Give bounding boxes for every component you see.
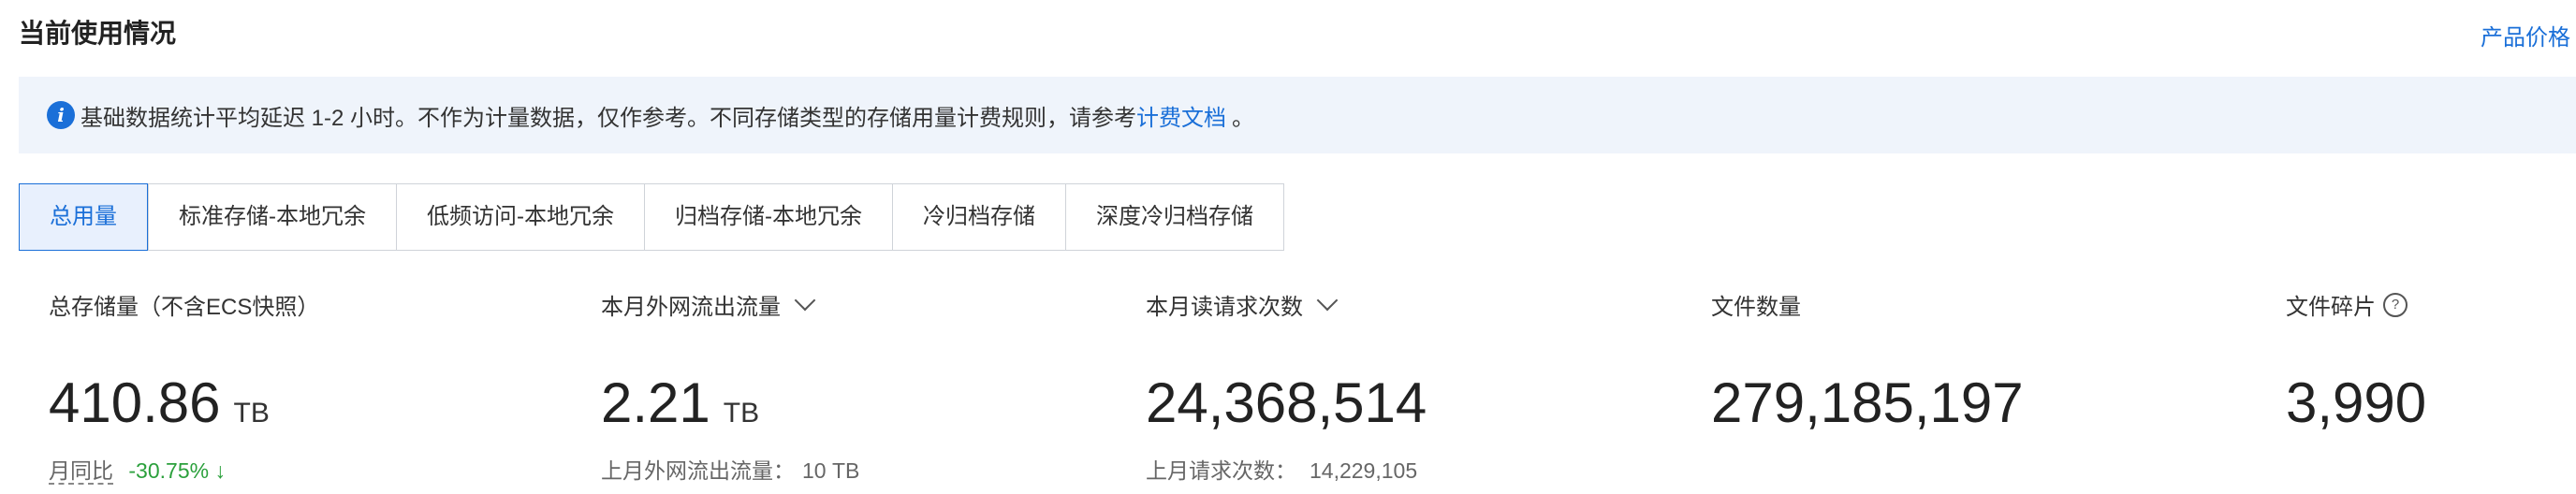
metric-value: 24,368,514 (1146, 370, 1427, 435)
last-month-traffic-label: 上月外网流出流量： (601, 458, 795, 483)
storage-unit: TB (233, 398, 270, 429)
info-icon: i (47, 101, 75, 129)
tab-total-usage[interactable]: 总用量 (19, 183, 148, 251)
product-price-link[interactable]: 产品价格 (2481, 19, 2570, 51)
metric-value: 2.21 TB (601, 370, 759, 435)
tab-archive-lrs[interactable]: 归档存储-本地冗余 (644, 184, 892, 250)
files-label: 文件数量 (1711, 295, 1801, 320)
metric-label: 总存储量（不含ECS快照） (49, 288, 319, 321)
traffic-value: 2.21 (601, 371, 710, 434)
metric-total-storage: 总存储量（不含ECS快照） 410.86 TB 月同比 -30.75% ↓ (49, 288, 319, 485)
metric-label: 本月外网流出流量 (601, 288, 816, 321)
chevron-down-icon[interactable] (1316, 289, 1339, 311)
last-month-traffic-value: 10 TB (802, 458, 860, 483)
notice-tail: 。 (1232, 105, 1255, 131)
last-month-requests-value: 14,229,105 (1310, 458, 1418, 483)
last-month-requests-label: 上月请求次数： (1146, 458, 1296, 483)
storage-type-tabs: 总用量 标准存储-本地冗余 低频访问-本地冗余 归档存储-本地冗余 冷归档存储 … (19, 183, 1284, 251)
fragments-label: 文件碎片 (2286, 295, 2376, 320)
metric-file-count: 文件数量 279,185,197 (1711, 288, 2024, 434)
metric-sub: 上月外网流出流量： 10 TB (601, 453, 859, 485)
mom-value: -30.75% (128, 458, 210, 483)
requests-label: 本月读请求次数 (1146, 295, 1303, 320)
traffic-unit: TB (723, 398, 760, 429)
fragments-value: 3,990 (2286, 371, 2427, 434)
storage-value: 410.86 (49, 371, 221, 434)
metric-file-fragments: 文件碎片 ? 3,990 (2286, 288, 2426, 434)
metric-sub: 上月请求次数： 14,229,105 (1146, 453, 1417, 485)
notice-text: 基础数据统计平均延迟 1-2 小时。不作为计量数据，仅作参考。不同存储类型的存储… (80, 105, 1137, 131)
metric-label: 本月读请求次数 (1146, 288, 1339, 321)
metric-label: 文件碎片 ? (2286, 288, 2408, 321)
page-title: 当前使用情况 (19, 19, 177, 48)
arrow-down-icon: ↓ (214, 458, 226, 483)
tab-ia-lrs[interactable]: 低频访问-本地冗余 (396, 184, 644, 250)
info-notice: i 基础数据统计平均延迟 1-2 小时。不作为计量数据，仅作参考。不同存储类型的… (19, 77, 2576, 153)
requests-value: 24,368,514 (1146, 371, 1427, 434)
tab-cold-archive[interactable]: 冷归档存储 (892, 184, 1065, 250)
metric-value: 3,990 (2286, 370, 2426, 435)
help-icon[interactable]: ? (2383, 292, 2408, 317)
metric-value: 410.86 TB (49, 370, 270, 435)
metric-outbound-traffic: 本月外网流出流量 2.21 TB 上月外网流出流量： 10 TB (601, 288, 859, 483)
traffic-label: 本月外网流出流量 (601, 295, 781, 320)
tab-deep-cold-archive[interactable]: 深度冷归档存储 (1065, 184, 1283, 250)
files-value: 279,185,197 (1711, 371, 2024, 434)
billing-doc-link[interactable]: 计费文档 (1136, 99, 1226, 132)
tab-standard-lrs[interactable]: 标准存储-本地冗余 (148, 184, 396, 250)
chevron-down-icon[interactable] (794, 289, 816, 311)
metric-read-requests: 本月读请求次数 24,368,514 上月请求次数： 14,229,105 (1146, 288, 1427, 483)
mom-label[interactable]: 月同比 (49, 458, 113, 485)
metric-sub: 月同比 -30.75% ↓ (49, 453, 226, 485)
metric-label: 文件数量 (1711, 288, 1801, 321)
metric-value: 279,185,197 (1711, 370, 2024, 435)
storage-label: 总存储量（不含ECS快照） (49, 295, 320, 320)
